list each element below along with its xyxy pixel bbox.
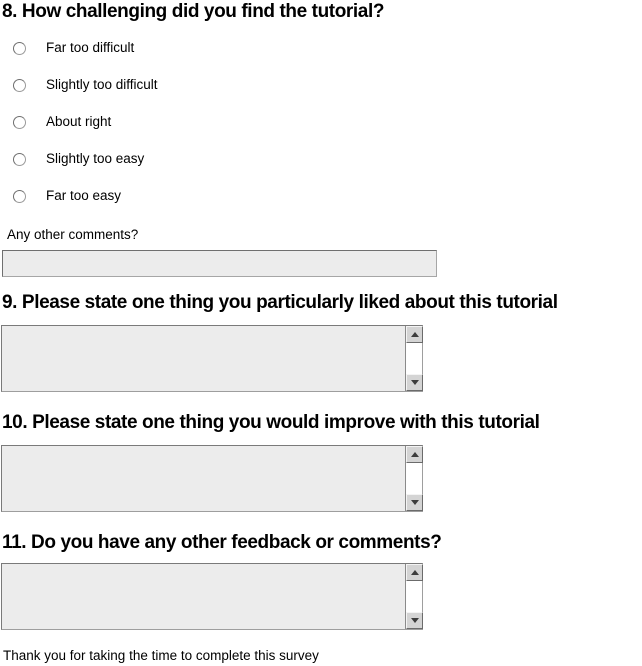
scroll-up-arrow-icon[interactable] [406, 446, 423, 463]
scroll-down-arrow-icon[interactable] [406, 612, 423, 629]
radio-option-about-right[interactable]: About right [0, 110, 420, 147]
question-10-scrollbar[interactable] [405, 446, 423, 511]
question-9-textarea-widget[interactable] [1, 325, 423, 392]
radio-option-label: Far too difficult [46, 40, 135, 55]
radio-option-far-too-difficult[interactable]: Far too difficult [0, 36, 420, 73]
question-10-textarea[interactable] [2, 446, 405, 511]
question-11-textarea[interactable] [2, 564, 405, 629]
radio-button-icon[interactable] [13, 116, 26, 129]
question-9-scrollbar[interactable] [405, 326, 423, 391]
question-9-textarea[interactable] [2, 326, 405, 391]
radio-option-slightly-too-easy[interactable]: Slightly too easy [0, 147, 420, 184]
thank-you-message: Thank you for taking the time to complet… [3, 648, 319, 663]
radio-option-label: Far too easy [46, 188, 122, 203]
scroll-down-arrow-icon[interactable] [406, 374, 423, 391]
question-11-textarea-widget[interactable] [1, 563, 423, 630]
question-11-scrollbar[interactable] [405, 564, 423, 629]
radio-button-icon[interactable] [13, 42, 26, 55]
radio-option-label: Slightly too easy [46, 151, 145, 166]
scroll-down-arrow-icon[interactable] [406, 494, 423, 511]
radio-button-icon[interactable] [13, 153, 26, 166]
question-10-heading: 10. Please state one thing you would imp… [2, 412, 540, 433]
radio-option-far-too-easy[interactable]: Far too easy [0, 184, 420, 221]
radio-button-icon[interactable] [13, 79, 26, 92]
scroll-up-arrow-icon[interactable] [406, 564, 423, 581]
radio-button-icon[interactable] [13, 190, 26, 203]
radio-option-slightly-too-difficult[interactable]: Slightly too difficult [0, 73, 420, 110]
question-8-radio-group: Far too difficult Slightly too difficult… [0, 36, 420, 221]
scroll-up-arrow-icon[interactable] [406, 326, 423, 343]
question-8-heading: 8. How challenging did you find the tuto… [2, 1, 385, 22]
any-other-comments-label: Any other comments? [7, 227, 139, 242]
question-10-textarea-widget[interactable] [1, 445, 423, 512]
question-11-heading: 11. Do you have any other feedback or co… [2, 532, 442, 553]
radio-option-label: About right [46, 114, 112, 129]
question-9-heading: 9. Please state one thing you particular… [2, 292, 558, 313]
radio-option-label: Slightly too difficult [46, 77, 158, 92]
any-other-comments-input[interactable] [2, 250, 437, 277]
